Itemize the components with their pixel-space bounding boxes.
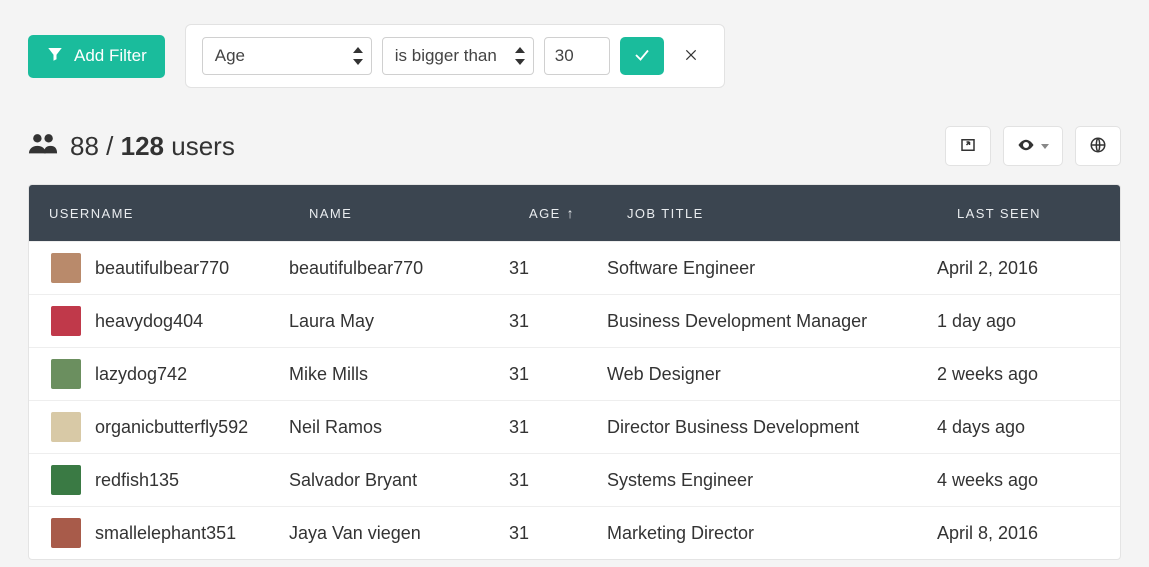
cell-job: Director Business Development (607, 417, 859, 438)
open-external-button[interactable] (945, 126, 991, 166)
table-row[interactable]: smallelephant351 Jaya Van viegen 31 Marketi… (29, 506, 1120, 559)
results-summary: 88 / 128 users (28, 131, 235, 162)
filter-operator-value: is bigger than (395, 46, 497, 66)
avatar (51, 253, 81, 283)
avatar (51, 518, 81, 548)
cell-job: Software Engineer (607, 258, 755, 279)
filter-operator-select[interactable]: is bigger than (382, 37, 534, 75)
summary-sep: / (106, 131, 113, 161)
select-caret-icon (515, 47, 525, 65)
column-header-name[interactable]: NAME (289, 206, 509, 221)
total-count: 128 (121, 131, 164, 161)
funnel-icon (46, 45, 64, 68)
cell-age: 31 (509, 258, 529, 279)
cell-job: Systems Engineer (607, 470, 753, 491)
column-header-job[interactable]: JOB TITLE (607, 206, 937, 221)
check-icon (633, 46, 651, 67)
avatar (51, 359, 81, 389)
cell-name: Laura May (289, 311, 374, 332)
cell-job: Web Designer (607, 364, 721, 385)
cell-lastseen: 4 days ago (937, 417, 1025, 438)
cell-name: Mike Mills (289, 364, 368, 385)
cell-age: 31 (509, 470, 529, 491)
globe-button[interactable] (1075, 126, 1121, 166)
apply-filter-button[interactable] (620, 37, 664, 75)
cell-username: smallelephant351 (95, 523, 236, 544)
avatar (51, 306, 81, 336)
add-filter-button[interactable]: Add Filter (28, 35, 165, 78)
sort-ascending-icon: ↑ (567, 206, 575, 220)
cell-name: Salvador Bryant (289, 470, 417, 491)
cell-username: lazydog742 (95, 364, 187, 385)
users-table: USERNAME NAME AGE ↑ JOB TITLE LAST SEEN … (28, 184, 1121, 560)
table-row[interactable]: lazydog742 Mike Mills 31 Web Designer 2 week… (29, 347, 1120, 400)
cell-username: organicbutterfly592 (95, 417, 248, 438)
avatar (51, 412, 81, 442)
cell-username: redfish135 (95, 470, 179, 491)
table-row[interactable]: organicbutterfly592 Neil Ramos 31 Director … (29, 400, 1120, 453)
chevron-down-icon (1041, 144, 1049, 149)
close-icon (684, 48, 698, 65)
column-header-age[interactable]: AGE ↑ (509, 206, 607, 221)
cell-username: heavydog404 (95, 311, 203, 332)
visibility-dropdown-button[interactable] (1003, 126, 1063, 166)
table-header: USERNAME NAME AGE ↑ JOB TITLE LAST SEEN (29, 185, 1120, 241)
cell-age: 31 (509, 311, 529, 332)
globe-icon (1089, 136, 1107, 157)
cell-age: 31 (509, 417, 529, 438)
table-row[interactable]: heavydog404 Laura May 31 Business Developme… (29, 294, 1120, 347)
open-external-icon (959, 136, 977, 157)
cell-lastseen: 2 weeks ago (937, 364, 1038, 385)
table-row[interactable]: redfish135 Salvador Bryant 31 Systems Engin… (29, 453, 1120, 506)
filter-value-input[interactable] (544, 37, 610, 75)
cell-age: 31 (509, 364, 529, 385)
cell-name: Neil Ramos (289, 417, 382, 438)
users-icon (28, 131, 58, 162)
eye-icon (1017, 136, 1035, 157)
table-row[interactable]: beautifulbear770 beautifulbear770 31 Softwa… (29, 241, 1120, 294)
filtered-count: 88 (70, 131, 99, 161)
cell-name: Jaya Van viegen (289, 523, 421, 544)
avatar (51, 465, 81, 495)
cell-lastseen: April 2, 2016 (937, 258, 1038, 279)
cell-lastseen: 4 weeks ago (937, 470, 1038, 491)
cell-name: beautifulbear770 (289, 258, 423, 279)
cell-job: Marketing Director (607, 523, 754, 544)
cell-username: beautifulbear770 (95, 258, 229, 279)
column-header-lastseen[interactable]: LAST SEEN (937, 206, 1120, 221)
filter-field-value: Age (215, 46, 245, 66)
filter-field-select[interactable]: Age (202, 37, 372, 75)
add-filter-label: Add Filter (74, 46, 147, 66)
cell-lastseen: April 8, 2016 (937, 523, 1038, 544)
cell-age: 31 (509, 523, 529, 544)
cell-lastseen: 1 day ago (937, 311, 1016, 332)
summary-noun: users (171, 131, 235, 161)
filter-panel: Age is bigger than (185, 24, 725, 88)
cell-job: Business Development Manager (607, 311, 867, 332)
column-header-username[interactable]: USERNAME (29, 206, 289, 221)
select-caret-icon (353, 47, 363, 65)
clear-filter-button[interactable] (674, 39, 708, 73)
